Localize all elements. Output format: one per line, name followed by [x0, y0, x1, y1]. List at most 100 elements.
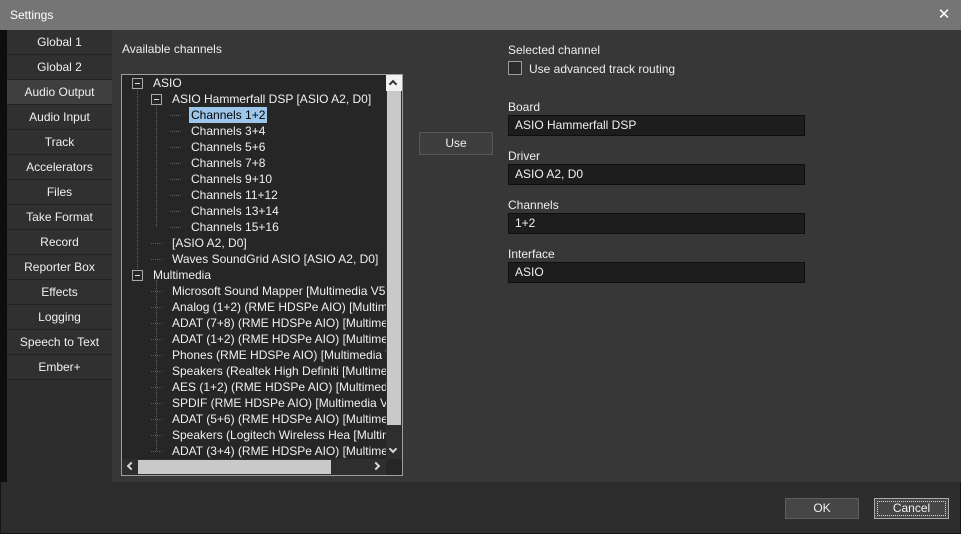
title-bar: Settings ✕ — [0, 0, 961, 30]
tree-item[interactable]: Phones (RME HDSPe AIO) [Multimedia V10.0… — [122, 347, 386, 363]
sidebar-item-ember[interactable]: Ember+ — [7, 355, 112, 380]
tree-item-label: Multimedia — [151, 267, 213, 283]
tree-item[interactable]: Analog (1+2) (RME HDSPe AIO) [Multimedia… — [122, 299, 386, 315]
tree-item-label: Channels 5+6 — [189, 139, 267, 155]
tree-connector-line — [151, 403, 162, 404]
tree-item-label: ADAT (7+8) (RME HDSPe AIO) [Multimedia V… — [170, 315, 386, 331]
tree-item-label: SPDIF (RME HDSPe AIO) [Multimedia V10.0] — [170, 395, 386, 411]
tree-item[interactable]: SPDIF (RME HDSPe AIO) [Multimedia V10.0] — [122, 395, 386, 411]
sidebar-item-track[interactable]: Track — [7, 130, 112, 155]
tree-connector-line — [170, 227, 181, 228]
driver-label: Driver — [508, 149, 540, 163]
ok-button[interactable]: OK — [785, 498, 859, 519]
tree-item[interactable]: Channels 11+12 — [122, 187, 386, 203]
sidebar-item-record[interactable]: Record — [7, 230, 112, 255]
audio-output-panel: Available channels ASIOASIO Hammerfall D… — [112, 30, 961, 482]
sidebar-item-audio-input[interactable]: Audio Input — [7, 105, 112, 130]
board-label: Board — [508, 100, 540, 114]
advanced-routing-checkbox-label: Use advanced track routing — [529, 62, 675, 76]
tree-item[interactable]: Channels 5+6 — [122, 139, 386, 155]
sidebar-item-global-1[interactable]: Global 1 — [7, 30, 112, 55]
tree-connector-line — [151, 323, 162, 324]
minus-glyph — [135, 275, 140, 276]
sidebar-item-take-format[interactable]: Take Format — [7, 205, 112, 230]
tree-item-label: ASIO Hammerfall DSP [ASIO A2, D0] — [170, 91, 373, 107]
interface-field[interactable]: ASIO — [508, 262, 805, 283]
tree-connector-line — [151, 355, 162, 356]
tree-connector-line — [151, 435, 162, 436]
horizontal-scroll-thumb[interactable] — [138, 460, 331, 474]
tree-item[interactable]: ADAT (5+6) (RME HDSPe AIO) [Multimedia V… — [122, 411, 386, 427]
board-field[interactable]: ASIO Hammerfall DSP — [508, 115, 805, 136]
minus-glyph — [154, 99, 159, 100]
tree-item[interactable]: Microsoft Sound Mapper [Multimedia V5.0] — [122, 283, 386, 299]
available-channels-label: Available channels — [122, 42, 222, 56]
tree-item[interactable]: ASIO — [122, 75, 386, 91]
tree-item-label: ADAT (5+6) (RME HDSPe AIO) [Multimedia V… — [170, 411, 386, 427]
vertical-scroll-thumb[interactable] — [387, 91, 401, 425]
tree-connector-line — [170, 179, 181, 180]
tree-item[interactable]: Waves SoundGrid ASIO [ASIO A2, D0] — [122, 251, 386, 267]
chevron-left-icon — [127, 462, 135, 470]
scroll-down-button[interactable] — [386, 443, 402, 459]
tree-item[interactable]: Channels 15+16 — [122, 219, 386, 235]
tree-item-label: Waves SoundGrid ASIO [ASIO A2, D0] — [170, 251, 380, 267]
chevron-up-icon — [389, 80, 397, 88]
advanced-routing-checkbox[interactable] — [508, 61, 522, 75]
scroll-up-button[interactable] — [386, 75, 402, 91]
minus-glyph — [135, 83, 140, 84]
sidebar-item-global-2[interactable]: Global 2 — [7, 55, 112, 80]
tree-connector-line — [151, 339, 162, 340]
tree-connector-line — [170, 195, 181, 196]
channels-field[interactable]: 1+2 — [508, 213, 805, 234]
use-button[interactable]: Use — [419, 132, 493, 155]
scroll-right-button[interactable] — [370, 459, 386, 475]
tree-connector-line — [170, 163, 181, 164]
tree-item-label: Channels 1+2 — [189, 107, 267, 123]
tree-item-label: Channels 3+4 — [189, 123, 267, 139]
tree-item[interactable]: ADAT (3+4) (RME HDSPe AIO) [Multimedia V… — [122, 443, 386, 459]
tree-item[interactable]: Channels 3+4 — [122, 123, 386, 139]
tree-item[interactable]: Multimedia — [122, 267, 386, 283]
sidebar-item-audio-output[interactable]: Audio Output — [7, 80, 112, 105]
settings-dialog: Settings ✕ Global 1Global 2Audio OutputA… — [0, 0, 961, 534]
tree-item[interactable]: AES (1+2) (RME HDSPe AIO) [Multimedia V1… — [122, 379, 386, 395]
close-icon[interactable]: ✕ — [927, 0, 961, 30]
sidebar-left-strip — [0, 30, 7, 482]
tree-item[interactable]: Speakers (Realtek High Definiti [Multime… — [122, 363, 386, 379]
sidebar-item-files[interactable]: Files — [7, 180, 112, 205]
tree-connector-line — [151, 387, 162, 388]
tree-item-label: Channels 9+10 — [189, 171, 274, 187]
tree-item[interactable]: ASIO Hammerfall DSP [ASIO A2, D0] — [122, 91, 386, 107]
tree-item[interactable]: Channels 13+14 — [122, 203, 386, 219]
tree-item-label: Speakers (Logitech Wireless Hea [Multime… — [170, 427, 386, 443]
tree-connector-line — [151, 419, 162, 420]
sidebar-item-accelerators[interactable]: Accelerators — [7, 155, 112, 180]
scroll-left-button[interactable] — [122, 459, 138, 475]
tree-item[interactable]: ADAT (7+8) (RME HDSPe AIO) [Multimedia V… — [122, 315, 386, 331]
tree-item-label: ADAT (3+4) (RME HDSPe AIO) [Multimedia V… — [170, 443, 386, 459]
tree-item[interactable]: Channels 1+2 — [122, 107, 386, 123]
tree-item[interactable]: [ASIO A2, D0] — [122, 235, 386, 251]
tree-collapse-icon[interactable] — [151, 94, 162, 105]
horizontal-scrollbar[interactable] — [122, 459, 386, 475]
tree-item[interactable]: Speakers (Logitech Wireless Hea [Multime… — [122, 427, 386, 443]
driver-field[interactable]: ASIO A2, D0 — [508, 164, 805, 185]
tree-connector-line — [151, 371, 162, 372]
tree-item[interactable]: Channels 7+8 — [122, 155, 386, 171]
cancel-button[interactable]: Cancel — [874, 498, 949, 519]
tree-item-label: Phones (RME HDSPe AIO) [Multimedia V10.0… — [170, 347, 386, 363]
vertical-scrollbar[interactable] — [386, 75, 402, 459]
sidebar-item-effects[interactable]: Effects — [7, 280, 112, 305]
tree-collapse-icon[interactable] — [132, 78, 143, 89]
sidebar-item-reporter-box[interactable]: Reporter Box — [7, 255, 112, 280]
tree-item-label: Analog (1+2) (RME HDSPe AIO) [Multimedia… — [170, 299, 386, 315]
tree-item[interactable]: ADAT (1+2) (RME HDSPe AIO) [Multimedia V… — [122, 331, 386, 347]
tree-item[interactable]: Channels 9+10 — [122, 171, 386, 187]
tree-connector-line — [170, 115, 181, 116]
tree-item-label: Microsoft Sound Mapper [Multimedia V5.0] — [170, 283, 386, 299]
window-title: Settings — [10, 0, 53, 30]
sidebar-item-logging[interactable]: Logging — [7, 305, 112, 330]
sidebar-item-speech-to-text[interactable]: Speech to Text — [7, 330, 112, 355]
tree-collapse-icon[interactable] — [132, 270, 143, 281]
